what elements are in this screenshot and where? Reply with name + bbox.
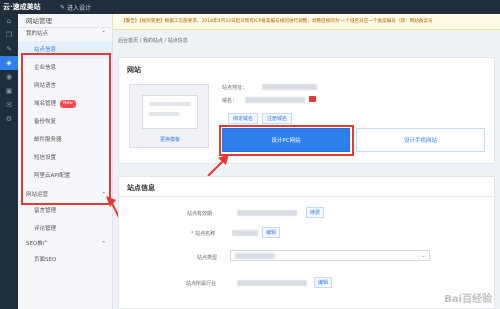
pen-icon: ✎: [60, 3, 66, 11]
enter-design-label: 进入设计: [67, 4, 92, 12]
item-label: 页面SEO: [34, 257, 57, 263]
bind-domain-link[interactable]: 绑定域名: [228, 113, 259, 124]
breadcrumb-my-sites[interactable]: 我的站点: [143, 38, 163, 44]
notice-bar: 【警告】【规则变更】根据工信部要求，2018年4月22日起对现有ICP备案编号规…: [113, 14, 500, 30]
highlight-box-design-pc: [219, 125, 354, 156]
sidebar-item-comments[interactable]: 评论管理: [18, 220, 112, 238]
brand-logo: 云·速成美站: [3, 3, 41, 11]
breadcrumb-current: 站点信息: [167, 38, 188, 44]
copy-icon[interactable]: ❐: [0, 28, 18, 42]
app-icon[interactable]: ▣: [0, 84, 18, 98]
mail-icon[interactable]: ✉: [0, 98, 18, 112]
home-icon[interactable]: ⌂: [0, 14, 18, 28]
divider: [119, 196, 496, 197]
chevron-down-icon: ⌄: [420, 252, 426, 259]
address-value-blurred: [262, 84, 317, 90]
domain-badge: [309, 96, 316, 102]
sidebar-item-page-seo[interactable]: 页面SEO: [18, 251, 112, 269]
breadcrumb-home[interactable]: 后台首页: [118, 38, 138, 44]
chevron-up-icon: ⌃: [101, 31, 106, 37]
preview-frame: [142, 95, 198, 129]
change-template-label[interactable]: 更换模板: [130, 136, 210, 143]
edit-industry-button[interactable]: 编辑: [314, 277, 332, 288]
site-info-card: 站点信息: [118, 176, 496, 309]
site-info-title: 站点信息: [127, 184, 155, 192]
compose-icon[interactable]: ✎: [0, 42, 18, 56]
top-bar: 云·速成美站 ✎ 进入设计: [0, 0, 500, 14]
sidebar-group-seo[interactable]: SEO推广 ⌃: [18, 238, 112, 251]
type-label: 站点类型: [197, 255, 218, 261]
item-label: 评论管理: [34, 226, 57, 232]
site-preview[interactable]: 更换模板: [129, 84, 209, 148]
highlight-box-sidebar: [21, 53, 111, 205]
sidebar-group-my-sites[interactable]: 我的站点 ⌃: [18, 28, 112, 41]
settings-icon[interactable]: ⚙: [0, 112, 18, 126]
chat-icon[interactable]: ◉: [0, 70, 18, 84]
chevron-up-icon: ⌃: [101, 241, 106, 247]
renew-button[interactable]: 续费: [306, 207, 324, 218]
industry-label: 站点所属行业: [186, 281, 217, 287]
status-value-blurred: [237, 210, 297, 216]
edit-name-button[interactable]: 编辑: [262, 227, 280, 238]
register-domain-link[interactable]: 注册域名: [262, 113, 293, 124]
status-label: 站点有效期: [187, 211, 213, 217]
address-label: 站点地址：: [222, 85, 248, 91]
type-value-blurred: [235, 253, 275, 259]
group-label: SEO推广: [26, 241, 49, 247]
breadcrumb: 后台首页 / 我的站点 / 站点信息: [118, 38, 188, 44]
sidebar-title: 网站管理: [18, 14, 112, 28]
watermark: Bai百经验: [444, 294, 492, 305]
group-label: 我的站点: [26, 31, 49, 37]
domain-label: 域名：: [222, 98, 238, 104]
enter-design-link[interactable]: ✎ 进入设计: [60, 3, 91, 12]
industry-value-blurred: [237, 280, 307, 286]
design-mobile-button[interactable]: 设计手机网站: [356, 128, 485, 152]
name-label: * 站点名称: [191, 231, 216, 237]
icon-rail: ⌂ ❐ ✎ ◈ ◉ ▣ ✉ ⚙: [0, 14, 18, 309]
layers-icon[interactable]: ◈: [0, 56, 18, 70]
domain-value-blurred: [245, 97, 305, 103]
site-card-title: 网站: [127, 66, 141, 74]
site-type-select[interactable]: ⌄: [230, 250, 430, 261]
name-value-blurred: [232, 230, 258, 236]
